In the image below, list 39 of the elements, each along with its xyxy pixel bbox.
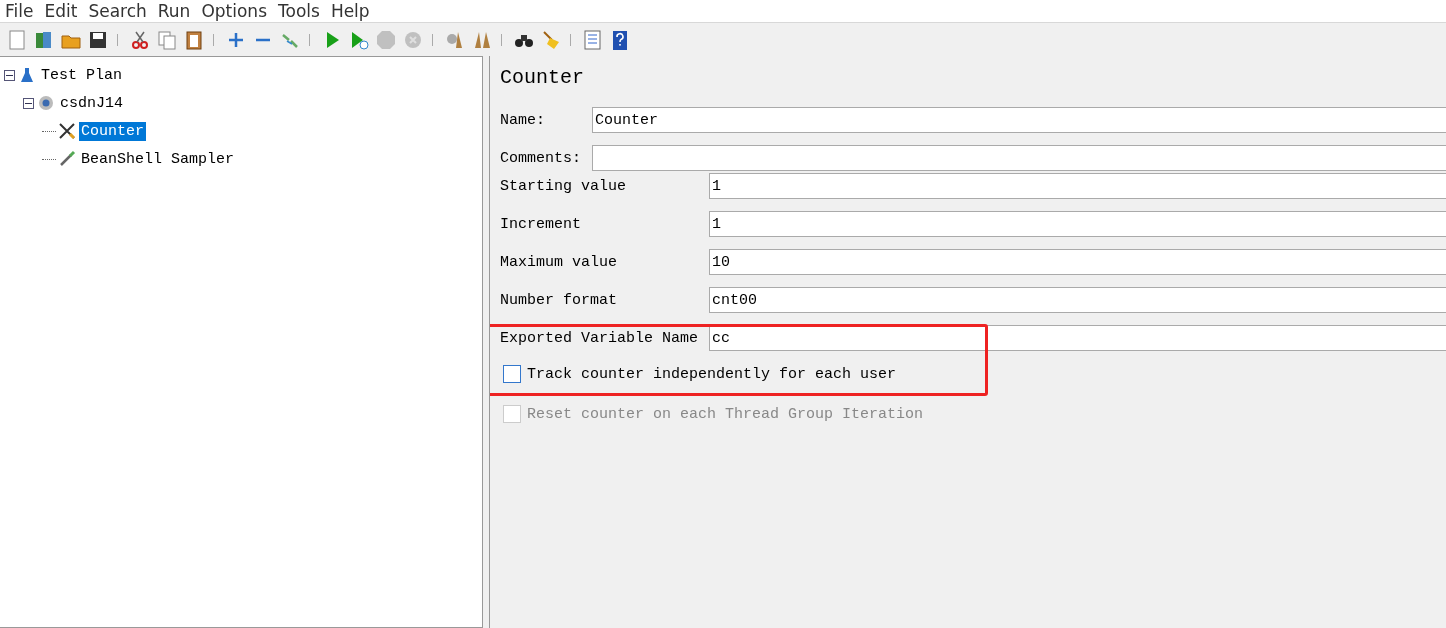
checkbox[interactable] xyxy=(503,365,521,383)
tree-item[interactable]: Test Plan xyxy=(39,65,124,85)
menu-item[interactable]: Help xyxy=(330,1,370,21)
gear-icon xyxy=(37,94,55,112)
menu-item[interactable]: Run xyxy=(157,1,191,21)
field-label: Increment xyxy=(500,215,582,233)
tree-item[interactable]: Counter xyxy=(79,121,146,141)
copy-icon xyxy=(155,28,178,51)
menu-item[interactable]: Options xyxy=(201,1,267,21)
field-label: Comments: xyxy=(500,149,582,167)
field-label: Maximum value xyxy=(500,253,619,271)
pipette-icon xyxy=(58,150,76,168)
list-icon xyxy=(581,28,604,51)
input-field[interactable]: cnt00 xyxy=(709,287,1446,313)
comments-field[interactable] xyxy=(592,145,1446,171)
checkbox-label: Track counter independently for each user xyxy=(527,365,897,383)
name-field[interactable]: Counter xyxy=(592,107,1446,133)
input-field[interactable]: 1 xyxy=(709,173,1446,199)
tree-item[interactable]: BeanShell Sampler xyxy=(79,149,237,169)
collapse-toggle[interactable] xyxy=(4,69,15,81)
wrench-screwdriver-icon xyxy=(58,122,76,140)
minus-icon xyxy=(254,37,271,42)
menu-item[interactable]: Edit xyxy=(44,1,78,21)
input-field[interactable]: 10 xyxy=(709,249,1446,275)
field-label: Number format xyxy=(500,291,619,309)
collapse-toggle[interactable] xyxy=(23,97,34,109)
menu-item[interactable]: Search xyxy=(88,1,147,21)
field-label: Name: xyxy=(500,111,546,129)
field-label: Exported Variable Name xyxy=(500,329,700,347)
tree-item[interactable]: csdnJ14 xyxy=(58,93,125,113)
menu-item[interactable]: File xyxy=(5,1,34,21)
input-field[interactable]: 1 xyxy=(709,211,1446,237)
field-label: Starting value xyxy=(500,177,628,195)
checkbox-label: Reset counter on each Thread Group Iteration xyxy=(527,405,924,423)
panel-title: Counter xyxy=(500,66,585,91)
menu-item[interactable]: Tools xyxy=(278,1,320,21)
stop-sign-icon xyxy=(374,28,397,51)
input-field[interactable]: cc xyxy=(709,325,1446,351)
flask-icon xyxy=(18,66,36,84)
